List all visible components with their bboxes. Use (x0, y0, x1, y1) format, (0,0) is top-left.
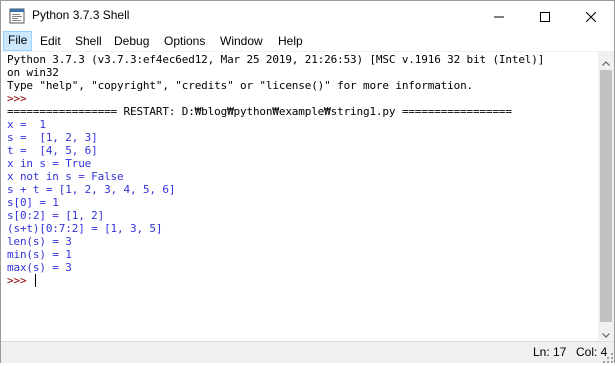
vertical-scrollbar[interactable] (598, 52, 614, 340)
menu-help[interactable]: Help (274, 32, 307, 50)
menu-shell[interactable]: Shell (71, 32, 106, 50)
output-line: s = [1, 2, 3] (7, 131, 98, 144)
menu-options[interactable]: Options (160, 32, 209, 50)
shell-line: Type "help", "copyright", "credits" or "… (7, 79, 474, 92)
scroll-up-button[interactable] (598, 52, 614, 68)
close-icon (585, 7, 597, 26)
menu-window[interactable]: Window (216, 32, 267, 50)
scroll-thumb[interactable] (600, 70, 612, 322)
menu-debug[interactable]: Debug (110, 32, 153, 50)
shell-line: on win32 (7, 66, 59, 79)
output-line: min(s) = 1 (7, 248, 72, 261)
status-bar: Ln: 17 Col: 4 (1, 341, 614, 363)
output-line: x in s = True (7, 157, 92, 170)
menu-bar: File Edit Shell Debug Options Window Hel… (1, 31, 614, 52)
title-bar[interactable]: Python 3.7.3 Shell (1, 1, 614, 31)
output-line: len(s) = 3 (7, 235, 72, 248)
resize-grip-icon[interactable] (603, 352, 613, 363)
text-cursor (35, 274, 36, 287)
restart-banner: ================= RESTART: D:₩blog₩pytho… (7, 105, 512, 118)
output-line: s[0:2] = [1, 2] (7, 209, 105, 222)
output-line: s[0] = 1 (7, 196, 59, 209)
shell-line: Python 3.7.3 (v3.7.3:ef4ec6ed12, Mar 25 … (7, 53, 545, 66)
shell-prompt: >>> (7, 92, 33, 105)
close-button[interactable] (568, 1, 614, 31)
output-line: t = [4, 5, 6] (7, 144, 98, 157)
maximize-button[interactable] (522, 1, 568, 31)
scroll-down-button[interactable] (598, 324, 614, 340)
shell-prompt: >>> (7, 274, 33, 287)
window-title: Python 3.7.3 Shell (32, 8, 130, 22)
chevron-down-icon (602, 323, 610, 342)
maximize-icon (540, 7, 550, 26)
menu-edit[interactable]: Edit (36, 32, 65, 50)
output-line: max(s) = 3 (7, 261, 72, 274)
chevron-up-icon (602, 51, 610, 70)
output-line: (s+t)[0:7:2] = [1, 3, 5] (7, 222, 163, 235)
status-line-number: Ln: 17 (533, 345, 567, 359)
output-line: s + t = [1, 2, 3, 4, 5, 6] (7, 183, 176, 196)
minimize-button[interactable] (476, 1, 522, 31)
output-line: x not in s = False (7, 170, 124, 183)
idle-shell-window: Python 3.7.3 Shell File Edit Shell Debug… (0, 0, 615, 363)
shell-text-area[interactable]: Python 3.7.3 (v3.7.3:ef4ec6ed12, Mar 25 … (1, 52, 598, 340)
python-shell-icon[interactable] (9, 8, 25, 24)
menu-file[interactable]: File (3, 31, 33, 51)
output-line: x = 1 (7, 118, 46, 131)
minimize-icon (494, 7, 504, 26)
